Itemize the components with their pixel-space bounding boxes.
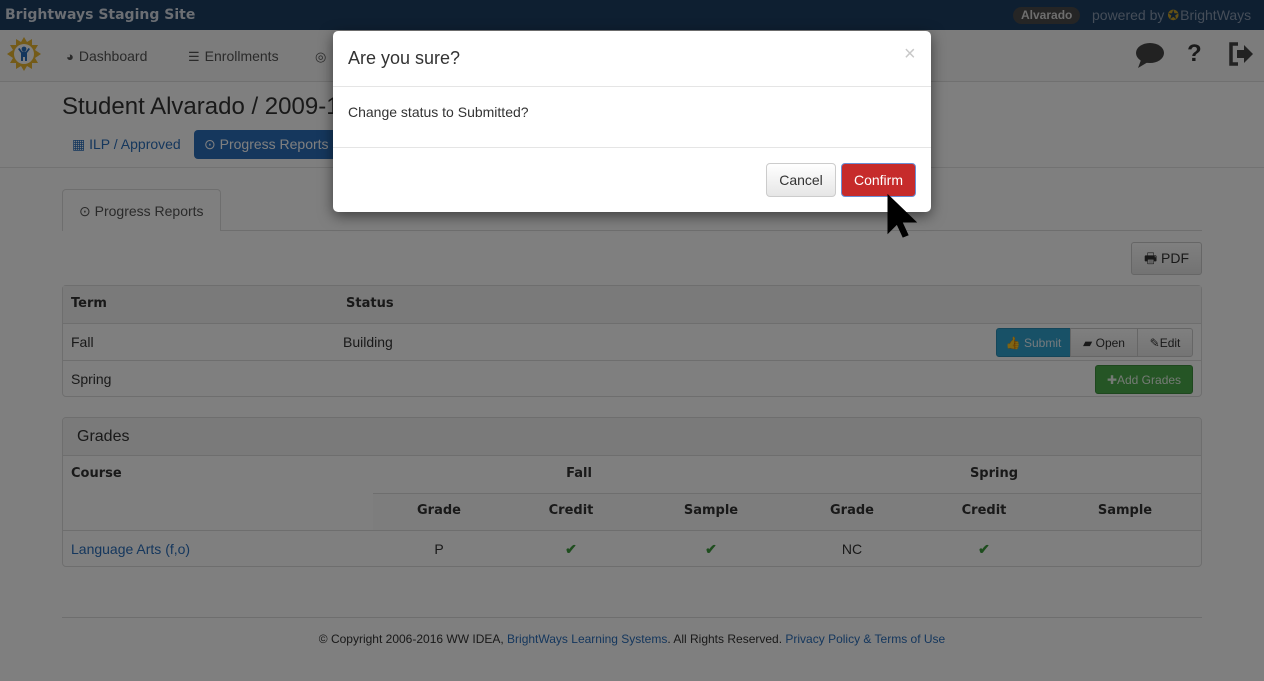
confirm-button[interactable]: Confirm [841,163,916,197]
confirm-dialog: Are you sure? × Change status to Submitt… [333,31,931,212]
cancel-button[interactable]: Cancel [766,163,836,197]
dialog-footer-divider [333,147,931,148]
dialog-header-divider [333,86,931,87]
dialog-title: Are you sure? [348,48,461,68]
close-icon[interactable]: × [904,43,916,66]
mouse-cursor-icon [887,193,918,238]
dialog-message: Change status to Submitted? [348,104,529,120]
